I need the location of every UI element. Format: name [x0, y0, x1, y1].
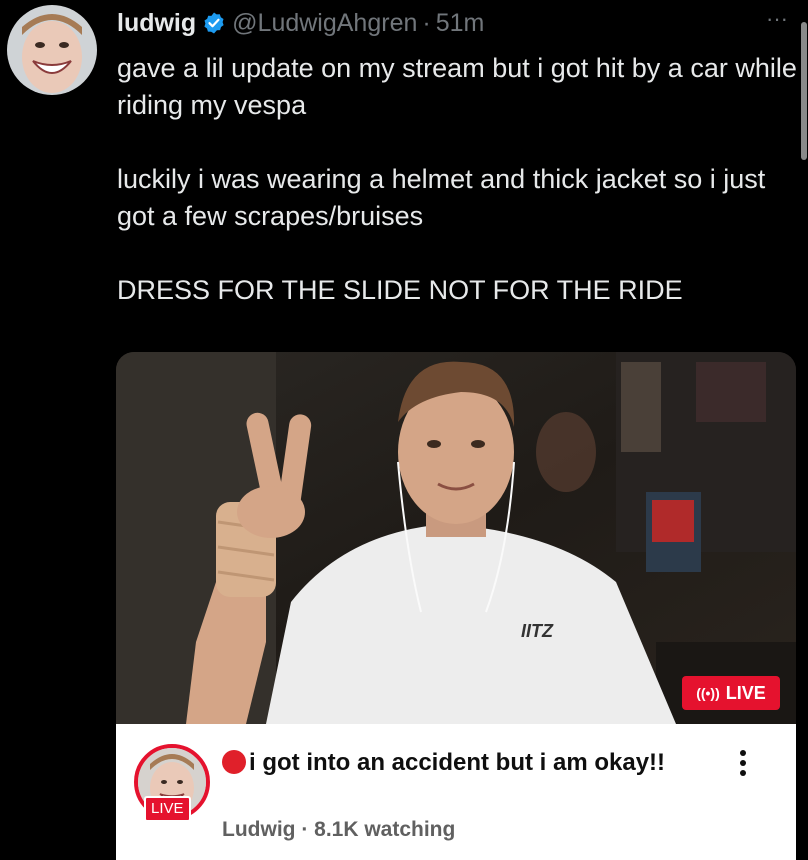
tweet-paragraph: DRESS FOR THE SLIDE NOT FOR THE RIDE — [117, 275, 683, 305]
tweet-paragraph: luckily i was wearing a helmet and thick… — [117, 164, 766, 231]
stream-info-card[interactable]: LIVE i got into an accident but i am oka… — [116, 724, 796, 860]
timestamp[interactable]: 51m — [436, 6, 485, 40]
tweet-paragraph: gave a lil update on my stream but i got… — [117, 53, 797, 120]
broadcast-icon: ((•)) — [696, 685, 720, 701]
tweet-header: ludwig @LudwigAhgren · 51m — [117, 6, 484, 40]
author-handle[interactable]: @LudwigAhgren — [232, 6, 417, 40]
stream-preview-card[interactable]: IITZ ((•)) LIVE LIVE i got into an accid… — [116, 352, 796, 860]
verified-badge-icon — [202, 11, 226, 35]
stream-meta: Ludwig · 8.1K watching — [222, 818, 456, 841]
live-badge: ((•)) LIVE — [682, 676, 780, 710]
scrollbar[interactable] — [801, 22, 807, 160]
live-badge-label: LIVE — [725, 682, 766, 703]
more-options-icon[interactable]: ··· — [757, 6, 797, 36]
tweet-text: gave a lil update on my stream but i got… — [117, 50, 797, 309]
kebab-menu-icon[interactable] — [728, 746, 758, 786]
stream-title[interactable]: i got into an accident but i am okay!! — [222, 746, 682, 780]
author-name[interactable]: ludwig — [117, 6, 196, 40]
author-avatar[interactable] — [7, 5, 97, 95]
stream-title-text: i got into an accident but i am okay!! — [249, 749, 666, 776]
channel-live-label: LIVE — [144, 796, 191, 822]
shirt-logo-text: IITZ — [521, 621, 554, 641]
stream-thumbnail[interactable]: IITZ — [116, 352, 796, 724]
red-circle-icon — [222, 750, 246, 774]
separator: · — [422, 9, 431, 37]
